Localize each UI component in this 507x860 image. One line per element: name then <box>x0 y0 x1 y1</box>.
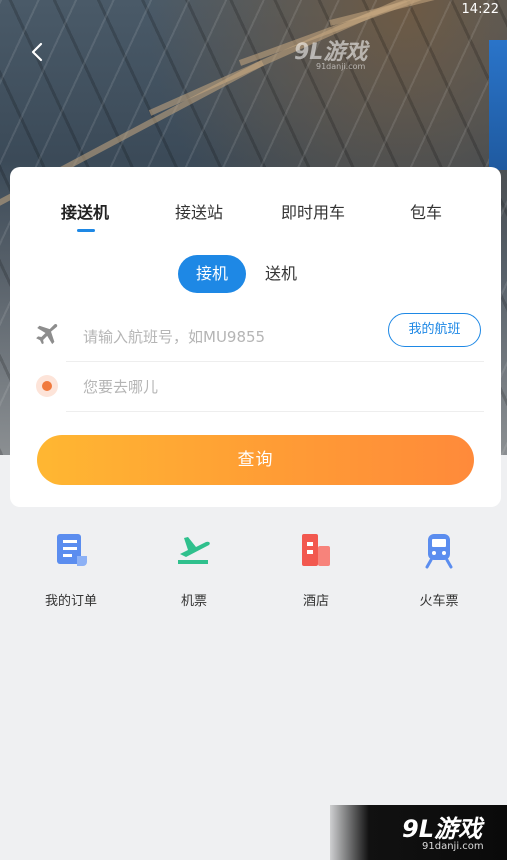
active-tab-indicator <box>77 229 95 232</box>
dropoff-button[interactable]: 送机 <box>256 255 306 293</box>
tab-charter[interactable]: 包车 <box>410 199 442 223</box>
status-time: 14:22 <box>461 2 499 17</box>
watermark-logo-top: 9L游戏 91danji.com <box>294 40 368 71</box>
entry-my-orders[interactable]: 我的订单 <box>26 530 116 609</box>
flight-number-input[interactable]: 请输入航班号，如MU9855 <box>83 326 265 347</box>
quick-entries: 我的订单 机票 酒店 火车票 <box>0 530 507 620</box>
tab-station-transfer[interactable]: 接送站 <box>175 199 223 223</box>
entry-my-orders-label: 我的订单 <box>44 594 97 609</box>
query-button[interactable]: 查询 <box>37 435 474 485</box>
entry-air-tickets-label: 机票 <box>180 594 207 609</box>
train-icon <box>425 534 453 569</box>
destination-row: 您要去哪儿 <box>66 362 484 412</box>
plane-ticket-icon <box>178 537 210 564</box>
entry-train-tickets[interactable]: 火车票 <box>394 530 484 609</box>
order-scroll-icon <box>57 534 87 566</box>
booking-card: 接送机 接送站 即时用车 包车 接机 送机 请输入航班号，如MU9855 我的航… <box>10 167 501 507</box>
pickup-dropoff-switch: 接机 送机 <box>178 255 318 293</box>
back-arrow-icon[interactable] <box>26 40 50 64</box>
service-tabs: 接送机 接送站 即时用车 包车 <box>10 199 501 239</box>
my-flights-button[interactable]: 我的航班 <box>388 313 481 347</box>
entry-air-tickets[interactable]: 机票 <box>149 530 239 609</box>
destination-input[interactable]: 您要去哪儿 <box>83 376 158 397</box>
location-dot-icon <box>36 375 58 397</box>
pickup-button[interactable]: 接机 <box>178 255 246 293</box>
tab-airport-transfer[interactable]: 接送机 <box>61 199 109 223</box>
entry-train-tickets-label: 火车票 <box>419 594 459 609</box>
entry-hotel[interactable]: 酒店 <box>271 530 361 609</box>
hotel-building-icon <box>302 534 330 566</box>
departure-board <box>489 40 507 170</box>
airplane-icon <box>36 324 58 345</box>
watermark-logo-bottom: 9L游戏 91danji.com <box>330 805 507 860</box>
flight-number-row: 请输入航班号，如MU9855 我的航班 <box>66 312 484 362</box>
entry-hotel-label: 酒店 <box>302 594 329 609</box>
tab-instant-car[interactable]: 即时用车 <box>281 199 345 223</box>
